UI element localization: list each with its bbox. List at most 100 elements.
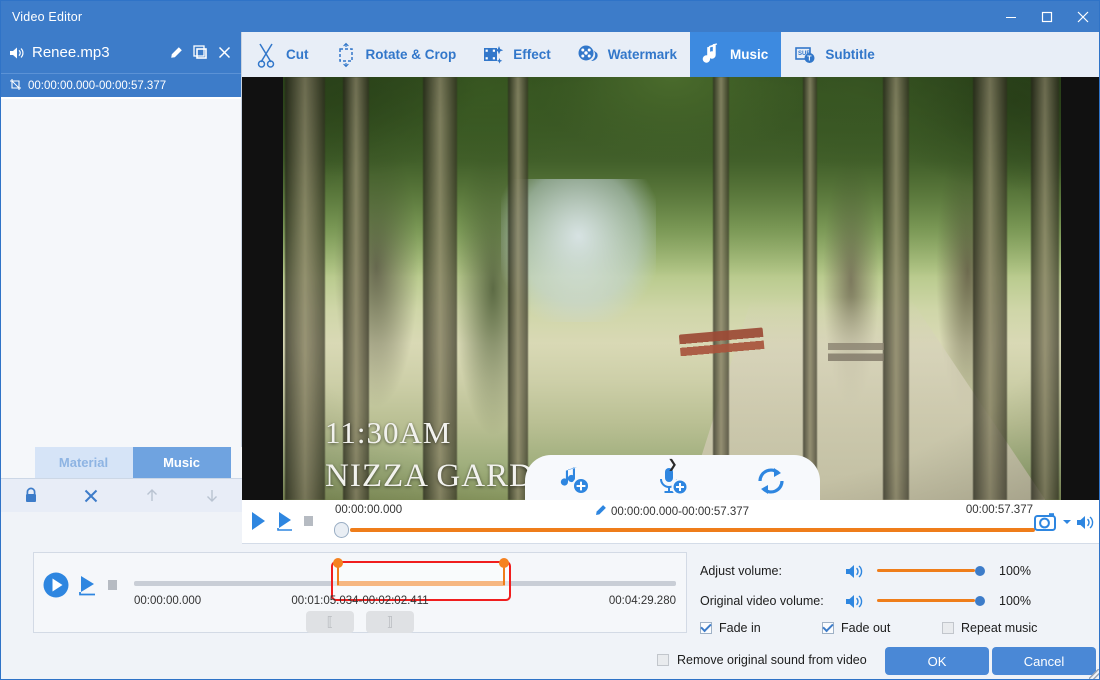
close-button[interactable]	[1065, 1, 1100, 32]
toolbar-item-subtitle[interactable]: SUB T Subtitle	[781, 32, 888, 77]
snapshot-controls	[1034, 512, 1095, 532]
repeat-music-label: Repeat music	[961, 621, 1037, 635]
seek-handle[interactable]	[334, 522, 349, 538]
checkbox-box	[822, 622, 834, 634]
trim-end-button[interactable]: ⟧	[366, 611, 414, 633]
duplicate-icon[interactable]	[193, 45, 208, 60]
move-down-icon[interactable]	[182, 487, 242, 504]
player-seek-bar[interactable]	[334, 522, 1035, 538]
slider-handle[interactable]	[975, 596, 985, 606]
audio-waveform-track[interactable]	[134, 581, 676, 586]
toolbar-item-cut-label: Cut	[286, 47, 309, 62]
checkbox-box	[942, 622, 954, 634]
title-bar: Video Editor	[1, 1, 1100, 32]
cancel-button[interactable]: Cancel	[992, 647, 1096, 675]
toolbar-item-effect[interactable]: Effect	[469, 32, 564, 77]
maximize-button[interactable]	[1029, 1, 1065, 32]
fade-out-checkbox[interactable]: Fade out	[822, 621, 942, 635]
left-panel: Renee.mp3	[1, 32, 242, 512]
replace-audio-icon[interactable]	[754, 466, 788, 496]
lock-icon[interactable]	[1, 487, 61, 504]
fade-in-checkbox[interactable]: Fade in	[700, 621, 822, 635]
clip-tools	[169, 45, 233, 60]
dialog-footer: Remove original sound from video OK Canc…	[1, 642, 1100, 680]
audio-trim-buttons: ⟦ ⟧	[34, 611, 686, 633]
adjust-volume-slider[interactable]	[877, 564, 985, 578]
close-icon[interactable]	[218, 46, 231, 59]
video-overlay-text-time: 11:30AM	[325, 415, 451, 451]
tab-material-label: Material	[59, 455, 108, 470]
resize-grip[interactable]	[1089, 669, 1099, 679]
ok-button[interactable]: OK	[885, 647, 989, 675]
selection-end-handle[interactable]	[503, 565, 505, 585]
slider-handle[interactable]	[975, 566, 985, 576]
fade-in-label: Fade in	[719, 621, 761, 635]
original-volume-row: Original video volume: 100%	[700, 586, 1090, 616]
minimize-button[interactable]	[993, 1, 1029, 32]
stop-icon[interactable]	[106, 577, 120, 593]
crop-icon	[9, 78, 22, 94]
repeat-music-checkbox[interactable]: Repeat music	[942, 621, 1037, 635]
clip-range-row: 00:00:00.000-00:00:57.377	[1, 73, 241, 99]
add-music-icon[interactable]	[557, 466, 591, 496]
remove-original-sound-checkbox[interactable]: Remove original sound from video	[657, 653, 867, 667]
volume-icon[interactable]	[1076, 514, 1095, 531]
video-editor-window: Video Editor Renee.mp3	[0, 0, 1100, 680]
toolbar-item-music[interactable]: Music	[690, 32, 781, 77]
toolbar-item-effect-label: Effect	[513, 47, 551, 62]
music-action-bar: ❯	[525, 455, 820, 500]
window-title: Video Editor	[12, 10, 82, 24]
original-volume-label: Original video volume:	[700, 594, 845, 608]
volume-controls: Adjust volume: 100% Original video volum…	[700, 556, 1090, 616]
clip-list[interactable]	[1, 99, 241, 470]
clip-name: Renee.mp3	[32, 44, 169, 61]
player-time-total: 00:00:57.377	[966, 504, 1033, 516]
checkbox-box	[657, 654, 669, 666]
editor-toolbar: Cut Rotate & Crop	[242, 32, 1100, 77]
music-note-icon	[702, 42, 722, 68]
speaker-icon[interactable]	[845, 593, 877, 610]
video-preview[interactable]: 11:30AM NIZZA GARDEN	[283, 77, 1061, 500]
player-range-label: 00:00:00.000-00:00:57.377	[611, 506, 749, 518]
slider-track	[877, 599, 975, 602]
watermark-icon	[576, 42, 600, 68]
panel-tool-row	[1, 478, 242, 512]
pencil-icon[interactable]	[594, 504, 607, 520]
slider-track	[877, 569, 975, 572]
selection-start-handle[interactable]	[337, 565, 339, 585]
toolbar-item-cut[interactable]: Cut	[242, 32, 322, 77]
toolbar-item-subtitle-label: Subtitle	[825, 47, 875, 62]
move-up-icon[interactable]	[122, 487, 182, 504]
clip-header: Renee.mp3	[1, 32, 241, 73]
seek-track[interactable]	[350, 528, 1035, 532]
audio-track-panel: 00:00:00.000 00:01:05.034-00:02:02.411 0…	[33, 552, 687, 633]
adjust-volume-label: Adjust volume:	[700, 564, 845, 578]
camera-icon[interactable]	[1034, 512, 1058, 532]
checkbox-box	[700, 622, 712, 634]
tab-material[interactable]: Material	[35, 447, 133, 478]
toolbar-item-rotate-crop[interactable]: Rotate & Crop	[322, 32, 470, 77]
chevron-down-icon[interactable]	[1062, 518, 1072, 526]
trim-start-button[interactable]: ⟦	[306, 611, 354, 633]
pencil-icon[interactable]	[169, 46, 183, 60]
fade-options: Fade in Fade out Repeat music	[700, 621, 1095, 635]
original-volume-slider[interactable]	[877, 594, 985, 608]
effect-icon	[481, 42, 505, 68]
original-volume-value: 100%	[999, 594, 1031, 608]
tab-music[interactable]: Music	[133, 447, 231, 478]
ok-button-label: OK	[928, 654, 947, 669]
window-controls	[993, 1, 1100, 32]
toolbar-item-watermark[interactable]: Watermark	[564, 32, 690, 77]
video-stage: Cut Rotate & Crop	[242, 32, 1100, 500]
audio-selection-label: 00:01:05.034-00:02:02.411	[34, 595, 686, 607]
subtitle-icon: SUB T	[793, 42, 817, 68]
play-selection-icon[interactable]	[77, 573, 99, 597]
clip-range-label: 00:00:00.000-00:00:57.377	[28, 80, 166, 92]
toolbar-item-music-label: Music	[730, 47, 768, 62]
chevron-down-icon[interactable]: ❯	[667, 458, 677, 470]
delete-icon[interactable]	[61, 488, 121, 504]
speaker-icon[interactable]	[845, 563, 877, 580]
toolbar-item-watermark-label: Watermark	[608, 47, 677, 62]
player-control-strip: 00:00:00.000 00:00:00.000-00:00:57.377 0…	[242, 500, 1100, 544]
remove-original-sound-label: Remove original sound from video	[677, 653, 867, 667]
